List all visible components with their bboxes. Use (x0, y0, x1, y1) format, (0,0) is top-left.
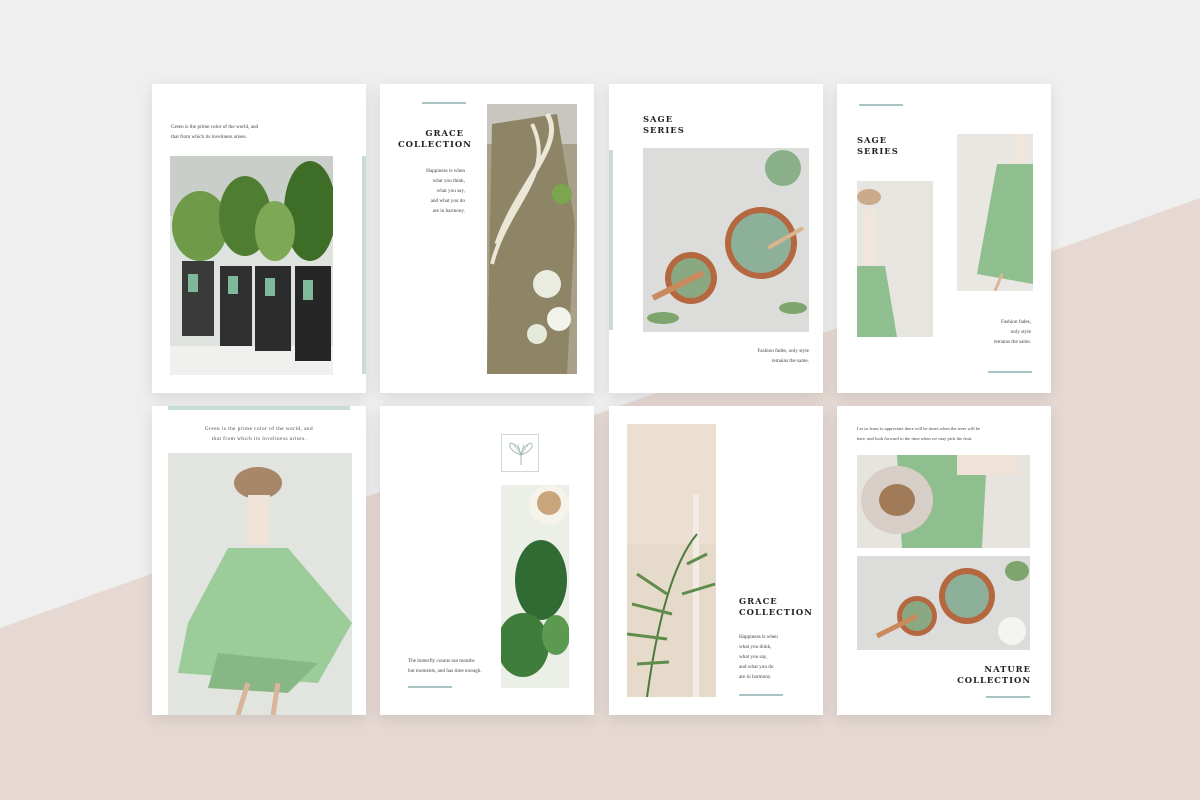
woman-pleated-skirt-photo (168, 453, 352, 715)
card-grace-collection-palm: GRACE COLLECTION Happiness is when what … (609, 406, 823, 715)
herb-jars-photo (170, 156, 333, 375)
card-sage-series-fashion: SAGE SERIES Fashion fades, only style re… (837, 84, 1051, 393)
card-nature-collection: Let us learn to appreciate there will be… (837, 406, 1051, 715)
accent-bar (609, 150, 613, 330)
card-title: GRACE COLLECTION (398, 128, 472, 149)
card-quote: Let us learn to appreciate there will be… (857, 426, 981, 441)
hat-skirt-photo (857, 455, 1030, 548)
card-herbs: Green is the prime color of the world, a… (152, 84, 366, 393)
card-quote: Green is the prime color of the world, a… (171, 124, 259, 140)
card-quote: Fashion fades, only style remains the sa… (993, 319, 1031, 345)
salt-bowls-photo (857, 556, 1030, 650)
accent-rule (986, 696, 1030, 698)
ginkgo-leaf-icon (501, 434, 539, 472)
card-quote: The butterfly counts not months but mome… (408, 658, 482, 674)
card-grace-collection: GRACE COLLECTION Happiness is when what … (380, 84, 594, 393)
pleated-skirt-photo-left (857, 181, 933, 337)
bath-salt-bowls-photo (643, 148, 809, 332)
accent-rule (408, 686, 452, 688)
card-title: NATURE COLLECTION (957, 664, 1031, 685)
accent-bar (362, 156, 366, 374)
card-butterfly-quote: The butterfly counts not months but mome… (380, 406, 594, 715)
accent-rule (988, 371, 1032, 373)
palm-leaf-photo (627, 424, 716, 697)
card-quote: Happiness is when what you think, what y… (739, 634, 778, 680)
card-sage-series: SAGE SERIES Fashion fades, only style re… (609, 84, 823, 393)
burlap-bag-photo (487, 104, 577, 374)
accent-rule (422, 102, 466, 104)
card-quote: Happiness is when what you think, what y… (426, 168, 465, 214)
card-title: SAGE SERIES (857, 135, 899, 156)
card-quote: Fashion fades, only style remains the sa… (757, 348, 809, 364)
card-quote: Green is the prime color of the world, a… (204, 426, 314, 442)
accent-rule (168, 406, 350, 410)
accent-rule (739, 694, 783, 696)
card-green-quote: Green is the prime color of the world, a… (152, 406, 366, 715)
coffee-leaves-photo (501, 485, 569, 688)
accent-rule (859, 104, 903, 106)
card-title: SAGE SERIES (643, 114, 685, 135)
pleated-skirt-photo-right (957, 134, 1033, 291)
card-title: GRACE COLLECTION (739, 596, 813, 617)
